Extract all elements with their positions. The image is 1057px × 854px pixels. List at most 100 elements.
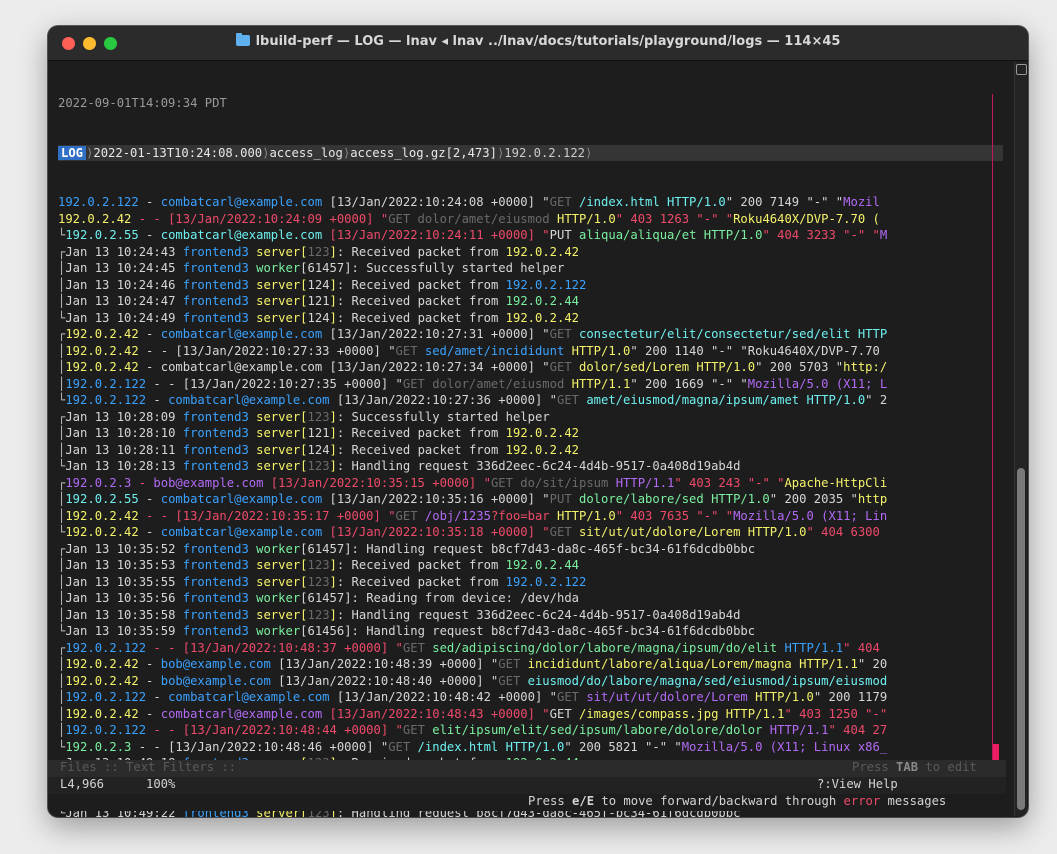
- log-segment: Jan 13 10:35:55: [65, 574, 183, 589]
- terminal-window: lbuild-perf — LOG — lnav ◂ lnav ../lnav/…: [48, 26, 1028, 817]
- log-segment: 123: [307, 244, 330, 259]
- log-line[interactable]: │Jan 13 10:35:55 frontend3 server[123]: …: [58, 574, 1008, 591]
- files-filters-label[interactable]: Files :: Text Filters ::: [60, 760, 236, 774]
- log-segment: Mozilla/5.0 (X11; L: [747, 376, 888, 391]
- log-line[interactable]: │Jan 13 10:24:46 frontend3 server[124]: …: [58, 277, 1008, 294]
- window-title: lbuild-perf — LOG — lnav ◂ lnav ../lnav/…: [255, 34, 841, 49]
- log-segment: dolor/sed/Lorem HTTP/1.0: [571, 360, 756, 374]
- log-line[interactable]: ┌Jan 13 10:28:09 frontend3 server[123]: …: [58, 409, 1008, 426]
- terminal-content[interactable]: 2022-09-01T14:09:34 PDT LOG ⟩ 2022-01-13T1…: [58, 62, 1008, 817]
- line-position: L4,966: [60, 777, 105, 791]
- log-segment: GET: [490, 475, 513, 490]
- log-line[interactable]: │192.0.2.122 - combatcarl@example.com [1…: [58, 689, 1008, 706]
- log-segment: - -: [138, 508, 176, 523]
- log-segment: http: [857, 492, 888, 506]
- log-segment: : Successfully started helper: [336, 409, 550, 424]
- log-segment: bob@example.com: [160, 657, 271, 671]
- log-line[interactable]: 192.0.2.42 - - [13/Jan/2022:10:24:09 +00…: [58, 211, 1008, 228]
- log-line[interactable]: ┌192.0.2.42 - combatcarl@example.com [13…: [58, 326, 1008, 343]
- log-line[interactable]: │192.0.2.42 - - [13/Jan/2022:10:27:33 +0…: [58, 343, 1008, 360]
- log-line[interactable]: ┌Jan 13 10:24:43 frontend3 server[123]: …: [58, 244, 1008, 261]
- log-segment: 192.0.2.42: [505, 310, 580, 325]
- status-bar: L4,966 100% ?:View Help: [48, 777, 1006, 794]
- log-segment: : Received packet from: [336, 294, 506, 308]
- log-line[interactable]: ┌Jan 13 10:35:52 frontend3 worker[61457]…: [58, 541, 1008, 558]
- log-segment: frontend3: [182, 442, 249, 457]
- log-line[interactable]: │192.0.2.55 - combatcarl@example.com [13…: [58, 491, 1008, 508]
- log-line[interactable]: │Jan 13 10:28:11 frontend3 server[124]: …: [58, 442, 1008, 459]
- log-line[interactable]: │Jan 13 10:35:58 frontend3 server[123]: …: [58, 607, 1008, 624]
- log-segment: Jan 13 10:28:11: [65, 442, 183, 457]
- log-line[interactable]: └Jan 13 10:28:13 frontend3 server[123]: …: [58, 458, 1008, 475]
- breadcrumb-separator: ⟩: [585, 145, 593, 160]
- log-line[interactable]: │192.0.2.42 - - [13/Jan/2022:10:35:17 +0…: [58, 508, 1008, 525]
- log-line[interactable]: └Jan 13 10:35:59 frontend3 worker[61456]…: [58, 623, 1008, 640]
- log-segment: 192.0.2.42: [505, 244, 580, 259]
- log-segment: [: [300, 607, 308, 622]
- log-segment: 192.0.2.42: [65, 508, 139, 523]
- log-segment: combatcarl@example.com: [160, 706, 323, 721]
- log-segment: ]: [329, 409, 337, 424]
- log-segment: frontend3: [182, 591, 249, 605]
- log-line[interactable]: ┌192.0.2.122 - - [13/Jan/2022:10:48:37 +…: [58, 640, 1008, 657]
- log-line[interactable]: └192.0.2.55 - combatcarl@example.com [13…: [58, 227, 1008, 244]
- log-segment: " 200 1140 "-" "Roku4640X/DVP-7.70: [630, 343, 888, 358]
- breadcrumb-item-format[interactable]: access_log: [269, 146, 342, 160]
- nav-hint: Press e/E to move forward/backward throu…: [528, 794, 946, 808]
- log-line[interactable]: └192.0.2.3 - - [13/Jan/2022:10:48:46 +00…: [58, 739, 1008, 756]
- log-segment: " 403 1263 "-" ": [615, 211, 734, 226]
- log-line[interactable]: 192.0.2.122 - combatcarl@example.com [13…: [58, 194, 1008, 211]
- log-line[interactable]: │Jan 13 10:35:56 frontend3 worker[61457]…: [58, 590, 1008, 607]
- log-segment: frontend3: [182, 310, 249, 325]
- log-line[interactable]: └192.0.2.42 - combatcarl@example.com [13…: [58, 524, 1008, 541]
- scrollbar-top-icon[interactable]: [1016, 64, 1027, 75]
- log-line[interactable]: │192.0.2.42 - combatcarl@example.com [13…: [58, 359, 1008, 376]
- log-segment: frontend3: [182, 459, 249, 473]
- scrollbar[interactable]: [1014, 62, 1027, 816]
- log-segment: 192.0.2.44: [505, 294, 580, 308]
- log-segment: worker: [248, 591, 301, 605]
- log-segment: " 200 5703 ": [755, 360, 844, 374]
- log-segment: [: [300, 574, 308, 589]
- log-segment: GET: [556, 393, 579, 407]
- log-lines: 192.0.2.122 - combatcarl@example.com [13…: [58, 194, 1008, 817]
- log-line[interactable]: │Jan 13 10:28:10 frontend3 server[121]: …: [58, 425, 1008, 442]
- log-segment: 192.0.2.42: [65, 525, 139, 539]
- log-segment: GET: [388, 739, 411, 754]
- log-segment: - - [13/Jan/2022:10:27:33 +0000] ": [138, 343, 396, 358]
- log-line[interactable]: │192.0.2.122 - - [13/Jan/2022:10:27:35 +…: [58, 376, 1008, 393]
- log-segment: [: [300, 294, 308, 308]
- log-line[interactable]: │Jan 13 10:24:47 frontend3 server[121]: …: [58, 293, 1008, 310]
- log-segment: frontend3: [182, 261, 249, 275]
- breadcrumb-item-host[interactable]: 192.0.2.122: [504, 146, 585, 160]
- log-line[interactable]: │Jan 13 10:35:53 frontend3 server[123]: …: [58, 557, 1008, 574]
- log-line[interactable]: └Jan 13 10:24:49 frontend3 server[124]: …: [58, 310, 1008, 327]
- log-segment: aliqua/aliqua/et HTTP/1.0: [571, 228, 763, 242]
- log-segment: /images/compass.jpg: [571, 706, 719, 721]
- log-segment: Jan 13 10:35:59: [65, 624, 183, 638]
- log-line[interactable]: ┌192.0.2.3 - bob@example.com [13/Jan/202…: [58, 475, 1008, 492]
- log-segment: [13/Jan/2022:10:24:08 +0000] ": [322, 195, 550, 209]
- log-segment: PUT: [549, 228, 572, 242]
- log-line[interactable]: │192.0.2.42 - bob@example.com [13/Jan/20…: [58, 656, 1008, 673]
- log-segment: Jan 13 10:24:43: [65, 244, 183, 259]
- breadcrumb-log-tag[interactable]: LOG: [58, 145, 87, 160]
- log-segment: ]: [329, 310, 337, 325]
- log-segment: - - [13/Jan/2022:10:27:35 +0000] ": [146, 376, 403, 391]
- log-line[interactable]: │Jan 13 10:24:45 frontend3 worker[61457]…: [58, 260, 1008, 277]
- scrollbar-thumb[interactable]: [1017, 468, 1025, 810]
- log-segment: frontend3: [182, 294, 249, 308]
- view-help[interactable]: ?:View Help: [817, 777, 898, 791]
- log-line[interactable]: │192.0.2.42 - combatcarl@example.com [13…: [58, 706, 1008, 723]
- log-line[interactable]: └192.0.2.122 - combatcarl@example.com [1…: [58, 392, 1008, 409]
- log-segment: : Received packet from: [336, 558, 506, 572]
- log-segment: [: [300, 459, 308, 473]
- log-line[interactable]: │192.0.2.122 - - [13/Jan/2022:10:48:44 +…: [58, 722, 1008, 739]
- breadcrumb-item-file[interactable]: access_log.gz[2,473]: [350, 146, 497, 160]
- log-segment: 192.0.2.122: [58, 195, 139, 209]
- log-line[interactable]: │192.0.2.42 - bob@example.com [13/Jan/20…: [58, 673, 1008, 690]
- log-segment: Jan 13 10:24:46: [65, 277, 183, 292]
- breadcrumb-item-time[interactable]: 2022-01-13T10:24:08.000: [93, 146, 262, 160]
- log-segment: ]: [329, 277, 337, 292]
- log-segment: GET: [402, 640, 425, 655]
